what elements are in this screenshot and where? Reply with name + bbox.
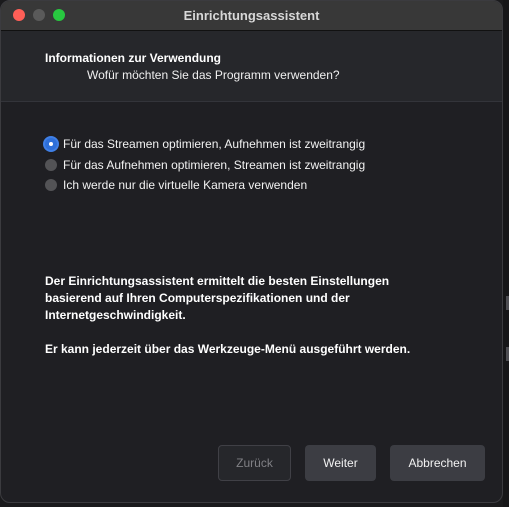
wizard-header: Informationen zur Verwendung Wofür möcht…	[1, 31, 502, 102]
radio-recording[interactable]	[45, 158, 57, 171]
back-button[interactable]: Zurück	[218, 445, 291, 481]
next-button[interactable]: Weiter	[305, 445, 376, 481]
radio-streaming[interactable]	[45, 138, 57, 150]
option-recording[interactable]: Für das Aufnehmen optimieren, Streamen i…	[45, 155, 365, 175]
option-virtual-camera[interactable]: Ich werde nur die virtuelle Kamera verwe…	[45, 175, 365, 195]
title-bar[interactable]: Einrichtungsassistent	[1, 1, 502, 31]
radio-virtual-camera[interactable]	[45, 179, 57, 191]
option-streaming[interactable]: Für das Streamen optimieren, Aufnehmen i…	[45, 134, 365, 154]
page-subtitle: Wofür möchten Sie das Programm verwenden…	[87, 68, 340, 82]
info-paragraph-2: Er kann jederzeit über das Werkzeuge-Men…	[45, 342, 411, 356]
option-streaming-label[interactable]: Für das Streamen optimieren, Aufnehmen i…	[63, 137, 365, 151]
window-title: Einrichtungsassistent	[183, 8, 320, 23]
usage-options: Für das Streamen optimieren, Aufnehmen i…	[45, 134, 365, 196]
page-title: Informationen zur Verwendung	[45, 51, 222, 65]
option-virtual-camera-label[interactable]: Ich werde nur die virtuelle Kamera verwe…	[63, 178, 307, 192]
setup-wizard-window: Einrichtungsassistent Informationen zur …	[0, 0, 503, 503]
info-paragraph-1: Der Einrichtungsassistent ermittelt die …	[45, 274, 390, 322]
option-recording-label[interactable]: Für das Aufnehmen optimieren, Streamen i…	[63, 158, 365, 172]
cancel-button[interactable]: Abbrechen	[390, 445, 485, 481]
info-text: Der Einrichtungsassistent ermittelt die …	[45, 273, 445, 358]
background-edge	[503, 0, 509, 507]
